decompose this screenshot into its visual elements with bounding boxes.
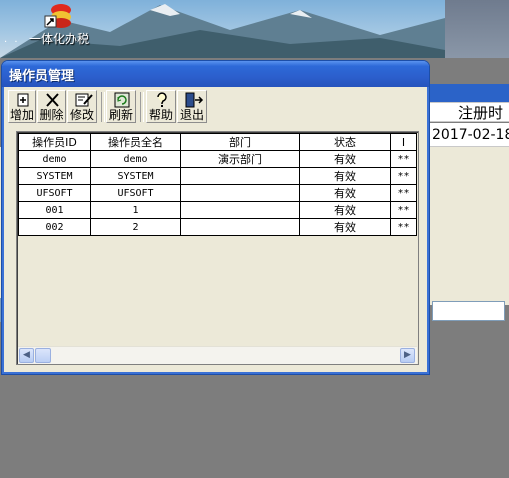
column-header-status[interactable]: 状态: [299, 133, 391, 151]
table-row[interactable]: UFSOFT UFSOFT 有效 **: [18, 184, 417, 202]
cell-full-name: SYSTEM: [90, 167, 181, 185]
edit-label: 修改: [69, 108, 94, 122]
cell-operator-id: demo: [18, 150, 91, 168]
bg-window-titlebar: [428, 84, 509, 102]
cell-operator-id: UFSOFT: [18, 184, 91, 202]
cell-operator-id: 001: [18, 201, 91, 219]
toolbar-separator: [140, 92, 144, 122]
operator-grid: 操作员ID 操作员全名 部门 状态 I demo demo 演示部门 有效 **: [16, 131, 419, 365]
table-row[interactable]: 002 2 有效 **: [18, 218, 417, 236]
cell-status: 有效: [299, 150, 391, 168]
help-button[interactable]: 帮助: [146, 90, 176, 123]
edit-icon: [75, 93, 93, 107]
cell-truncated: **: [390, 150, 417, 168]
delete-icon: [46, 93, 59, 107]
cell-status: 有效: [299, 184, 391, 202]
column-header-full-name[interactable]: 操作员全名: [90, 133, 181, 151]
toolbar: 增加 删除 修改 刷新 帮助 退出: [6, 89, 425, 125]
cell-full-name: UFSOFT: [90, 184, 181, 202]
exit-button[interactable]: 退出: [177, 90, 207, 123]
cell-full-name: 2: [90, 218, 181, 236]
help-label: 帮助: [148, 108, 173, 122]
delete-button[interactable]: 删除: [37, 90, 66, 123]
table-row[interactable]: demo demo 演示部门 有效 **: [18, 150, 417, 168]
scroll-left-arrow-icon[interactable]: ◀: [19, 348, 34, 363]
cell-status: 有效: [299, 167, 391, 185]
desktop-icon-label: 一体化办税: [28, 32, 89, 46]
add-button[interactable]: 增加: [8, 90, 36, 123]
cell-status: 有效: [299, 218, 391, 236]
delete-label: 删除: [39, 108, 64, 122]
scroll-right-arrow-icon[interactable]: ▶: [400, 348, 415, 363]
operator-management-window: 操作员管理 增加 删除 修改 刷新 帮助 退出 操作员ID 操作员全名 部门 状…: [1, 60, 430, 375]
bg-input-field[interactable]: [432, 301, 505, 321]
window-client-area: 增加 删除 修改 刷新 帮助 退出 操作员ID 操作员全名 部门 状态 I de…: [6, 87, 425, 372]
window-title: 操作员管理: [9, 69, 75, 84]
add-label: 增加: [9, 108, 34, 122]
cell-full-name: 1: [90, 201, 181, 219]
exit-label: 退出: [179, 108, 204, 122]
toolbar-separator: [101, 92, 105, 122]
cell-department: [180, 218, 300, 236]
desktop-dots: . .: [4, 34, 20, 45]
cell-department: [180, 167, 300, 185]
column-header-operator-id[interactable]: 操作员ID: [18, 133, 91, 151]
horizontal-scrollbar[interactable]: ◀ ▶: [18, 346, 417, 364]
table-row[interactable]: SYSTEM SYSTEM 有效 **: [18, 167, 417, 185]
wallpaper-right-region: [445, 0, 509, 58]
bg-table-cell-date: 2017-02-18: [428, 123, 509, 147]
desktop-wallpaper: . . 一体化办税: [0, 0, 509, 58]
exit-door-icon: [185, 92, 204, 108]
refresh-button[interactable]: 刷新: [106, 90, 136, 123]
add-icon: [17, 93, 29, 107]
help-icon: [157, 92, 167, 107]
cell-truncated: **: [390, 167, 417, 185]
cell-operator-id: SYSTEM: [18, 167, 91, 185]
cell-department: [180, 184, 300, 202]
cell-operator-id: 002: [18, 218, 91, 236]
tax-app-icon: [44, 4, 71, 28]
table-header-row: 操作员ID 操作员全名 部门 状态 I: [18, 133, 417, 151]
column-header-department[interactable]: 部门: [180, 133, 300, 151]
cell-full-name: demo: [90, 150, 181, 168]
cell-truncated: **: [390, 201, 417, 219]
cell-truncated: **: [390, 184, 417, 202]
edit-button[interactable]: 修改: [67, 90, 97, 123]
window-titlebar[interactable]: 操作员管理: [2, 61, 429, 87]
cell-department: 演示部门: [180, 150, 300, 168]
cell-department: [180, 201, 300, 219]
cell-status: 有效: [299, 201, 391, 219]
bg-column-header: 注册时: [428, 102, 509, 122]
cell-truncated: **: [390, 218, 417, 236]
desktop-icon-tax-app[interactable]: 一体化办税: [28, 0, 90, 48]
refresh-icon: [114, 92, 130, 108]
table-row[interactable]: 001 1 有效 **: [18, 201, 417, 219]
refresh-label: 刷新: [108, 108, 133, 122]
column-header-truncated[interactable]: I: [390, 133, 417, 151]
scrollbar-thumb[interactable]: [35, 348, 51, 363]
operator-table: 操作员ID 操作员全名 部门 状态 I demo demo 演示部门 有效 **: [18, 133, 417, 236]
